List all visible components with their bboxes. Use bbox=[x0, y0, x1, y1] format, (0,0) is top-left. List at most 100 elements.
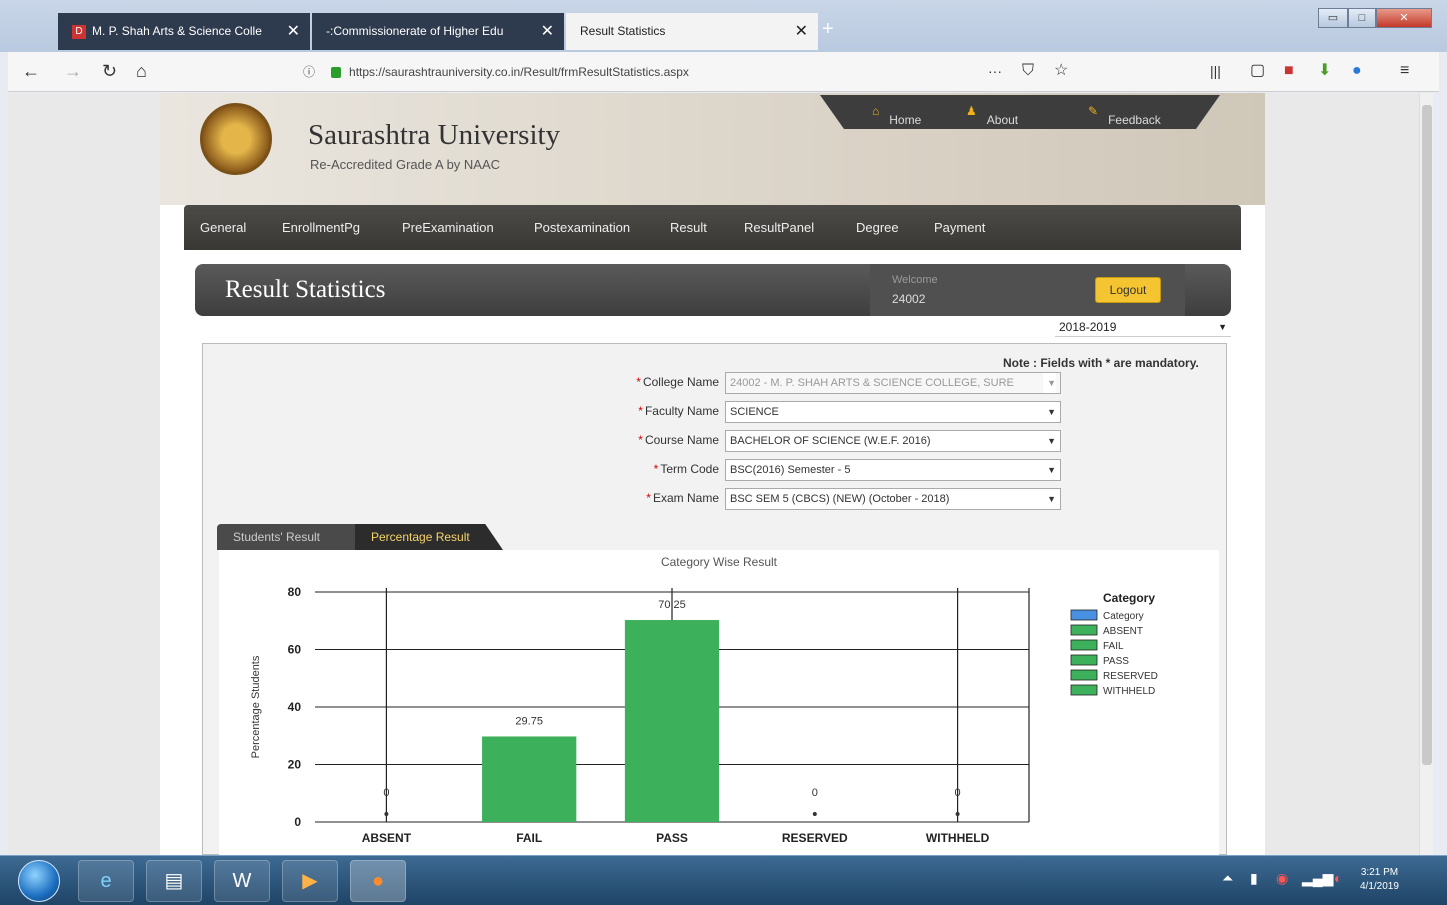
data-label: 0 bbox=[383, 787, 389, 799]
college-name-select[interactable]: 24002 - M. P. SHAH ARTS & SCIENCE COLLEG… bbox=[725, 372, 1061, 394]
term-code-select[interactable]: BSC(2016) Semester - 5 ▼ bbox=[725, 459, 1061, 481]
page-actions-menu[interactable]: ··· bbox=[988, 58, 1002, 84]
download-icon[interactable]: ⬇ bbox=[1318, 58, 1331, 84]
extension-blue-icon[interactable]: ● bbox=[1352, 58, 1362, 84]
tab-strip: D M. P. Shah Arts & Science Colle ✕ -:Comm… bbox=[0, 0, 1447, 52]
x-tick-label: ABSENT bbox=[362, 831, 412, 845]
legend-entry: FAIL bbox=[1103, 641, 1124, 652]
clock-time: 3:21 PM bbox=[1360, 867, 1399, 878]
tab-label: Result Statistics bbox=[580, 24, 666, 38]
university-seal-logo bbox=[200, 103, 272, 175]
menu-payment[interactable]: Payment bbox=[934, 220, 985, 235]
new-tab-icon[interactable]: + bbox=[822, 18, 834, 41]
menu-degree[interactable]: Degree bbox=[856, 220, 899, 235]
reload-icon[interactable]: ↻ bbox=[102, 58, 117, 84]
firefox-icon[interactable]: ● bbox=[350, 860, 406, 902]
about-us-link[interactable]: ♟ About Us bbox=[966, 104, 1018, 129]
word-icon[interactable]: W bbox=[214, 860, 270, 902]
browser-tab-result-statistics[interactable]: Result Statistics ✕ bbox=[566, 13, 818, 50]
bar-absent bbox=[384, 812, 389, 816]
navigation-toolbar: ← → ↻ ⌂ ⓘ https://saurashtrauniversity.co… bbox=[8, 52, 1439, 92]
feedback-icon: ✎ bbox=[1088, 104, 1099, 118]
menu-postexamination[interactable]: Postexamination bbox=[534, 220, 630, 235]
back-icon[interactable]: ← bbox=[22, 58, 40, 84]
media-player-icon[interactable]: ▶ bbox=[282, 860, 338, 902]
start-button[interactable] bbox=[18, 860, 60, 902]
exam-name-label: Exam Name bbox=[652, 491, 719, 505]
y-tick-label: 20 bbox=[288, 758, 302, 772]
menu-result[interactable]: Result bbox=[670, 220, 707, 235]
pocket-icon[interactable]: ⛉ bbox=[1022, 58, 1034, 84]
hamburger-menu-icon[interactable]: ≡ bbox=[1400, 58, 1409, 84]
menu-enrollment[interactable]: EnrollmentPg bbox=[282, 220, 360, 235]
internet-explorer-icon[interactable]: e bbox=[78, 860, 134, 902]
antivirus-icon[interactable]: ◉ bbox=[1276, 870, 1288, 887]
bar-reserved bbox=[812, 812, 817, 816]
close-window-button[interactable]: ✕ bbox=[1376, 8, 1432, 28]
course-name-select[interactable]: BACHELOR OF SCIENCE (W.E.F. 2016) ▼ bbox=[725, 430, 1061, 452]
home-icon[interactable]: ⌂ bbox=[136, 58, 147, 84]
legend-swatch bbox=[1070, 624, 1098, 636]
y-tick-label: 60 bbox=[288, 643, 302, 657]
main-menu: General EnrollmentPg PreExamination Post… bbox=[184, 205, 1241, 250]
browser-tab-college[interactable]: D M. P. Shah Arts & Science Colle ✕ bbox=[58, 13, 310, 50]
address-bar[interactable]: ⓘ https://saurashtrauniversity.co.in/Resu… bbox=[303, 58, 1093, 86]
data-label: 70.25 bbox=[658, 599, 686, 611]
menu-preexamination[interactable]: PreExamination bbox=[402, 220, 494, 235]
tab-students-result[interactable]: Students' Result bbox=[217, 524, 355, 550]
browser-tab-commissionerate[interactable]: -:Commissionerate of Higher Edu ✕ bbox=[312, 13, 564, 50]
chevron-down-icon: ▼ bbox=[1043, 489, 1056, 509]
signal-icon[interactable]: ▂▄▆ bbox=[1302, 870, 1333, 887]
welcome-label: Welcome bbox=[892, 274, 938, 286]
college-name-row: * College Name 24002 - M. P. SHAH ARTS & … bbox=[583, 372, 1061, 394]
legend-entry: RESERVED bbox=[1103, 671, 1158, 682]
page-title: Result Statistics bbox=[225, 276, 386, 303]
chart-legend: Category Category ABSENT FAIL PASS RESERVED WI… bbox=[1070, 591, 1158, 697]
data-label: 0 bbox=[812, 787, 818, 799]
legend-swatch bbox=[1070, 684, 1098, 696]
system-clock[interactable]: 3:21 PM 4/1/2019 bbox=[1360, 866, 1399, 894]
volume-icon[interactable]: ◐ bbox=[1334, 870, 1342, 886]
web-viewport: Saurashtra University Re-Accredited Grad… bbox=[8, 93, 1428, 855]
logout-button[interactable]: Logout bbox=[1095, 277, 1161, 303]
minimize-button[interactable]: ▭ bbox=[1318, 8, 1348, 28]
university-page: Saurashtra University Re-Accredited Grad… bbox=[160, 93, 1265, 855]
forward-icon[interactable]: → bbox=[64, 58, 82, 84]
home-link[interactable]: ⌂ Home bbox=[872, 104, 921, 127]
scrollbar-thumb[interactable] bbox=[1422, 105, 1432, 765]
exam-name-select[interactable]: BSC SEM 5 (CBCS) (NEW) (October - 2018) ▼ bbox=[725, 488, 1061, 510]
welcome-panel: Welcome 24002 Logout bbox=[870, 264, 1185, 316]
tab-percentage-result[interactable]: Percentage Result bbox=[355, 524, 503, 550]
bookmark-star-icon[interactable]: ☆ bbox=[1054, 58, 1068, 84]
academic-year-select[interactable]: 2018-2019 ▼ bbox=[1055, 317, 1231, 337]
y-tick-label: 40 bbox=[288, 700, 302, 714]
top-links-bar: ⌂ Home ♟ About Us ✎ Feedback bbox=[820, 95, 1220, 129]
show-hidden-icons-icon[interactable]: ⏶ bbox=[1222, 870, 1233, 887]
close-tab-icon[interactable]: ✕ bbox=[795, 13, 808, 50]
faculty-name-select[interactable]: SCIENCE ▼ bbox=[725, 401, 1061, 423]
y-tick-label: 0 bbox=[294, 815, 301, 829]
network-icon[interactable]: ▮ bbox=[1250, 870, 1258, 887]
sidebar-icon[interactable]: ▢ bbox=[1250, 58, 1265, 84]
file-explorer-icon[interactable]: ▤ bbox=[146, 860, 202, 902]
close-tab-icon[interactable]: ✕ bbox=[541, 13, 554, 50]
system-tray: ⏶ ▮ ◉ ▂▄▆ ◐ bbox=[1210, 856, 1447, 905]
feedback-link[interactable]: ✎ Feedback bbox=[1088, 104, 1161, 127]
page-info-icon[interactable]: ⓘ bbox=[303, 65, 315, 79]
extension-red-icon[interactable]: ■ bbox=[1284, 58, 1294, 84]
chevron-down-icon: ▼ bbox=[1043, 402, 1056, 422]
exam-name-row: * Exam Name BSC SEM 5 (CBCS) (NEW) (Octob… bbox=[583, 488, 1061, 510]
maximize-button[interactable]: □ bbox=[1348, 8, 1376, 28]
close-tab-icon[interactable]: ✕ bbox=[287, 13, 300, 50]
vertical-scrollbar[interactable] bbox=[1419, 93, 1433, 855]
tab-label: M. P. Shah Arts & Science Colle bbox=[92, 24, 262, 38]
bar-pass bbox=[624, 620, 720, 822]
menu-general[interactable]: General bbox=[200, 220, 246, 235]
home-icon: ⌂ bbox=[872, 104, 880, 118]
clock-date: 4/1/2019 bbox=[1360, 881, 1399, 892]
menu-result-panel[interactable]: ResultPanel bbox=[744, 220, 814, 235]
library-icon[interactable]: ||| bbox=[1210, 58, 1221, 84]
legend-swatch bbox=[1070, 639, 1098, 651]
chart-labels: Category Wise Result Percentage Students 0… bbox=[250, 555, 990, 845]
university-tagline: Re-Accredited Grade A by NAAC bbox=[310, 157, 501, 172]
